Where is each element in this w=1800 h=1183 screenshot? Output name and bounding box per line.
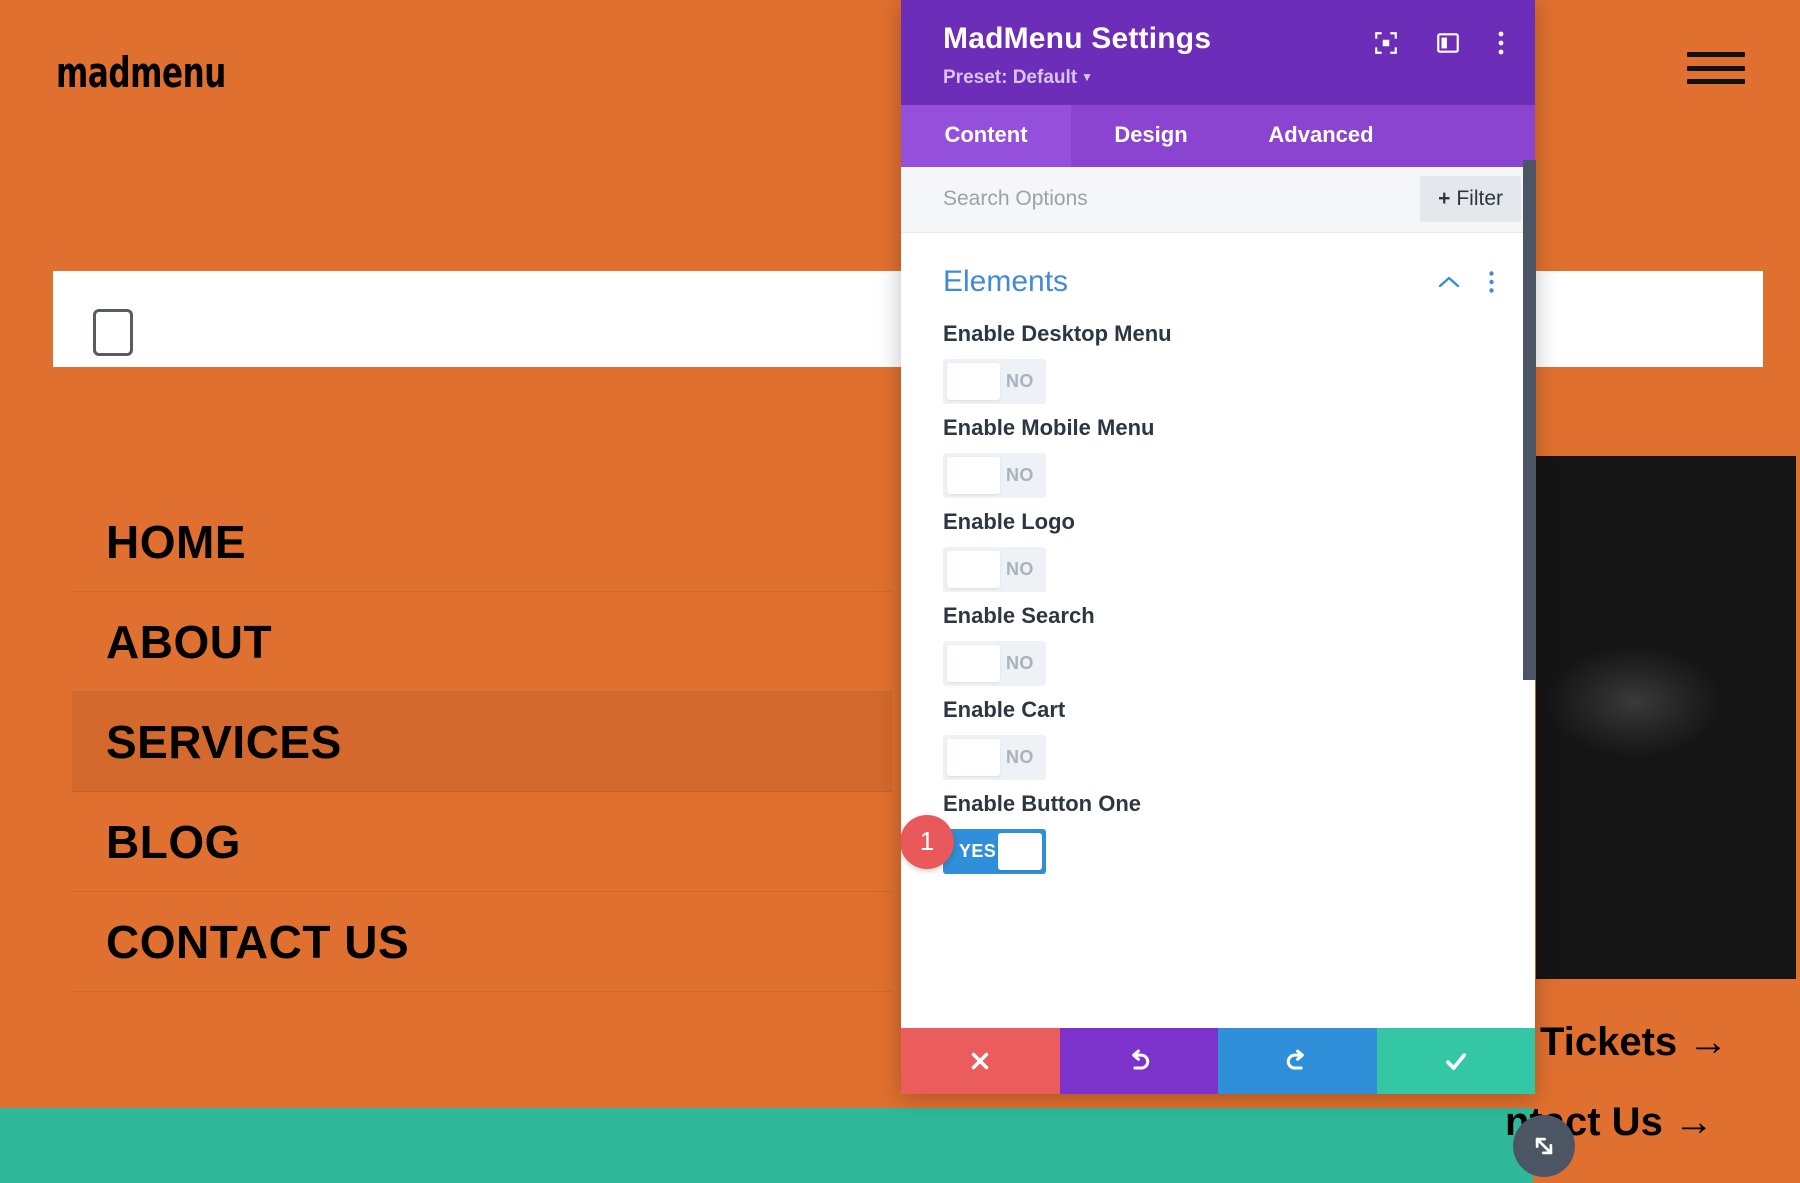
toggle-state: NO: [1006, 370, 1034, 391]
chevron-up-icon[interactable]: [1436, 274, 1462, 290]
plus-icon: +: [1438, 187, 1451, 210]
toggle-enable-logo[interactable]: NO: [943, 546, 1046, 592]
nav-item-blog[interactable]: BLOG: [72, 792, 892, 892]
option-enable-button-one: Enable Button One 1 YES: [901, 781, 1535, 874]
modal-footer: [901, 1028, 1535, 1094]
undo-button[interactable]: [1059, 1028, 1218, 1094]
tab-content[interactable]: Content: [901, 104, 1071, 167]
chevron-down-icon: ▼: [1081, 70, 1093, 85]
tab-design[interactable]: Design: [1071, 105, 1231, 167]
option-label: Enable Desktop Menu: [943, 320, 1172, 346]
filter-label: Filter: [1456, 187, 1503, 210]
preset-selector[interactable]: Preset: Default ▼: [943, 67, 1093, 89]
search-options-input[interactable]: [943, 187, 1421, 211]
hamburger-bar: [1687, 65, 1745, 71]
toggle-knob: [947, 738, 1000, 776]
vertical-dots-icon[interactable]: [1497, 30, 1505, 56]
toggle-enable-button-one[interactable]: 1 YES: [901, 814, 1046, 874]
toggle-knob: [947, 550, 1000, 588]
toggle-knob: [947, 362, 1000, 400]
nav-item-services[interactable]: SERVICES: [72, 692, 892, 792]
nav-item-label: BLOG: [106, 815, 241, 868]
vertical-dots-icon[interactable]: [1488, 270, 1495, 294]
madmenu-settings-modal: MadMenu Settings Preset: Default ▼ Conte…: [901, 0, 1535, 1094]
toggle-state: YES: [959, 840, 997, 861]
toggle-knob: [947, 456, 1000, 494]
save-button[interactable]: [1376, 1028, 1535, 1094]
nav-item-about[interactable]: ABOUT: [72, 592, 892, 692]
filter-button[interactable]: + Filter: [1420, 176, 1521, 222]
option-label: Enable Search: [943, 602, 1095, 628]
checkbox-outline-icon[interactable]: [93, 309, 133, 356]
modal-scrollbar[interactable]: [1523, 160, 1536, 680]
nav-item-home[interactable]: HOME: [72, 492, 892, 592]
resize-handle[interactable]: [1513, 1115, 1575, 1177]
modal-body: Elements Enable Desktop Menu NO Enable M…: [901, 232, 1535, 1028]
next-option-partial: [901, 874, 1535, 888]
modal-tabs: Content Design Advanced: [901, 104, 1535, 167]
redo-button[interactable]: [1218, 1028, 1377, 1094]
hamburger-bar: [1687, 52, 1745, 57]
toggle-enable-cart[interactable]: NO: [943, 734, 1046, 780]
focus-icon[interactable]: [1373, 30, 1399, 56]
toggle-knob: [998, 832, 1042, 870]
option-enable-mobile-menu: Enable Mobile Menu NO: [901, 405, 1535, 499]
nav-item-contact-us[interactable]: CONTACT US: [72, 892, 892, 992]
option-label: Enable Logo: [943, 508, 1075, 534]
section-actions: [1436, 270, 1495, 294]
toggle-state: NO: [1006, 464, 1034, 485]
hamburger-icon[interactable]: [1687, 48, 1745, 88]
toggle-enable-desktop-menu[interactable]: NO: [943, 358, 1046, 404]
modal-header-icons: [1373, 30, 1505, 56]
cancel-button[interactable]: [901, 1028, 1060, 1094]
toggle-enable-mobile-menu[interactable]: NO: [943, 452, 1046, 498]
site-logo[interactable]: madmenu: [56, 48, 226, 97]
toggle-state: NO: [1006, 746, 1034, 767]
hero-photo: [1536, 456, 1796, 979]
search-options-row: +Filter: [901, 166, 1535, 233]
link-tickets[interactable]: Tickets →: [1540, 1020, 1728, 1065]
teal-footer-block: [0, 1108, 1533, 1183]
option-enable-search: Enable Search NO: [901, 593, 1535, 687]
nav-item-label: ABOUT: [106, 615, 273, 668]
step-badge: 1: [901, 814, 954, 869]
preset-label: Preset: Default: [943, 66, 1078, 88]
toggle-state: NO: [1006, 652, 1034, 673]
layout-panel-icon[interactable]: [1435, 30, 1461, 56]
hamburger-bar: [1687, 79, 1745, 84]
option-label: Enable Cart: [943, 696, 1066, 722]
toggle-enable-search[interactable]: NO: [943, 640, 1046, 686]
toggle-state: NO: [1006, 558, 1034, 579]
nav-item-label: HOME: [106, 515, 246, 568]
option-label: Enable Mobile Menu: [943, 414, 1155, 440]
nav-item-label: CONTACT US: [106, 915, 410, 968]
section-title: Elements: [943, 264, 1069, 298]
toggle-knob: [947, 644, 1000, 682]
option-enable-logo: Enable Logo NO: [901, 499, 1535, 593]
section-header-elements: Elements: [901, 233, 1535, 311]
modal-header: MadMenu Settings Preset: Default ▼: [901, 0, 1535, 105]
site-nav-list: HOME ABOUT SERVICES BLOG CONTACT US: [72, 492, 892, 992]
option-enable-cart: Enable Cart NO: [901, 687, 1535, 781]
nav-item-label: SERVICES: [106, 715, 342, 768]
option-enable-desktop-menu: Enable Desktop Menu NO: [901, 311, 1535, 405]
option-label: Enable Button One: [943, 790, 1141, 816]
tab-advanced[interactable]: Advanced: [1231, 105, 1411, 167]
